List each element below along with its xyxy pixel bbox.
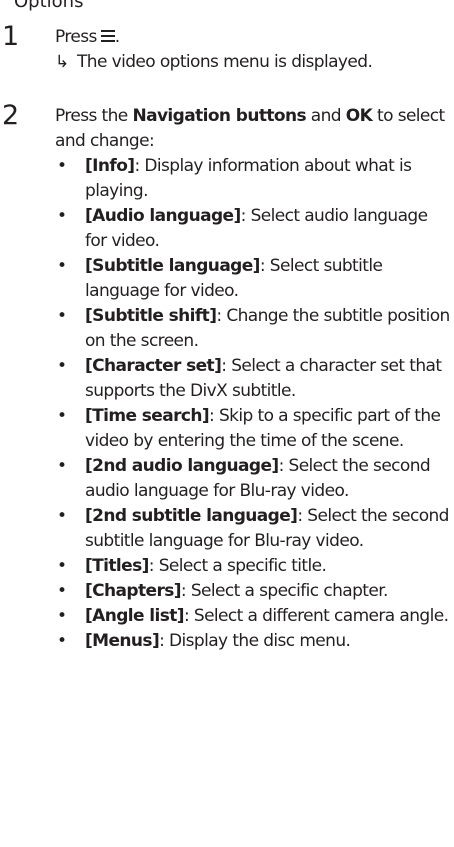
intro-bold-ok: OK (345, 106, 373, 126)
cut-off-text: Options (14, 0, 84, 12)
list-item: • [Info]: Display information about what … (55, 154, 450, 204)
step-instruction: Press the Navigation buttons and OK to s… (55, 104, 450, 154)
option-desc: : Select a specific chapter. (180, 581, 389, 601)
intro-text: and (305, 106, 346, 126)
step-instruction: Press. (55, 25, 450, 50)
option-label: [Angle list] (85, 606, 185, 626)
option-label: [Menus] (85, 631, 160, 651)
step-number: 1 (2, 21, 20, 52)
list-item: • [Subtitle shift]: Change the subtitle p… (55, 304, 450, 354)
step-result: ↳ The video options menu is displayed. (55, 50, 450, 75)
option-label: [Time search] (85, 406, 210, 426)
options-list: • [Info]: Display information about what … (55, 154, 450, 654)
option-label: [Subtitle shift] (85, 306, 217, 326)
list-item: • [Audio language]: Select audio language… (55, 204, 450, 254)
step-text-end: . (114, 27, 120, 47)
option-desc: : Display information about what is play… (85, 156, 412, 201)
bullet-icon: • (57, 456, 67, 476)
bullet-icon: • (57, 406, 67, 426)
bullet-icon: • (57, 356, 67, 376)
option-label: [Titles] (85, 556, 149, 576)
result-text: The video options menu is displayed. (77, 52, 373, 72)
menu-icon (100, 30, 115, 43)
option-desc: : Select a specific title. (148, 556, 327, 576)
option-desc: : Select a different camera angle. (183, 606, 449, 626)
step-body: Press. ↳ The video options menu is displ… (55, 25, 450, 75)
bullet-icon: • (57, 156, 67, 176)
list-item: • [Time search]: Skip to a specific part … (55, 404, 450, 454)
bullet-icon: • (57, 556, 67, 576)
bullet-icon: • (57, 631, 67, 651)
option-label: [Subtitle language] (85, 256, 260, 276)
list-item: • [Menus]: Display the disc menu. (55, 629, 450, 654)
list-item: • [2nd subtitle language]: Select the sec… (55, 504, 450, 554)
list-item: • [Character set]: Select a character set… (55, 354, 450, 404)
option-label: [2nd subtitle language] (85, 506, 298, 526)
arrow-right-icon: ↳ (55, 52, 69, 72)
step-body: Press the Navigation buttons and OK to s… (55, 104, 450, 654)
step-number: 2 (2, 100, 20, 131)
bullet-icon: • (57, 581, 67, 601)
intro-text: Press the (55, 106, 133, 126)
option-label: [2nd audio language] (85, 456, 279, 476)
list-item: • [Subtitle language]: Select subtitle la… (55, 254, 450, 304)
cut-off-line: Options (0, 0, 454, 14)
bullet-icon: • (57, 206, 67, 226)
option-label: [Audio language] (85, 206, 241, 226)
option-desc: : Display the disc menu. (159, 631, 351, 651)
list-item: • [Titles]: Select a specific title. (55, 554, 450, 579)
option-label: [Character set] (85, 356, 222, 376)
bullet-icon: • (57, 506, 67, 526)
list-item: • [Chapters]: Select a specific chapter. (55, 579, 450, 604)
bullet-icon: • (57, 606, 67, 626)
bullet-icon: • (57, 256, 67, 276)
option-label: [Info] (85, 156, 135, 176)
step-text: Press (55, 27, 97, 47)
list-item: • [2nd audio language]: Select the second… (55, 454, 450, 504)
intro-bold-navigation: Navigation buttons (132, 106, 306, 126)
bullet-icon: • (57, 306, 67, 326)
manual-page: Options 1 Press. ↳ The video options men… (0, 0, 454, 847)
list-item: • [Angle list]: Select a different camera… (55, 604, 450, 629)
option-label: [Chapters] (85, 581, 182, 601)
